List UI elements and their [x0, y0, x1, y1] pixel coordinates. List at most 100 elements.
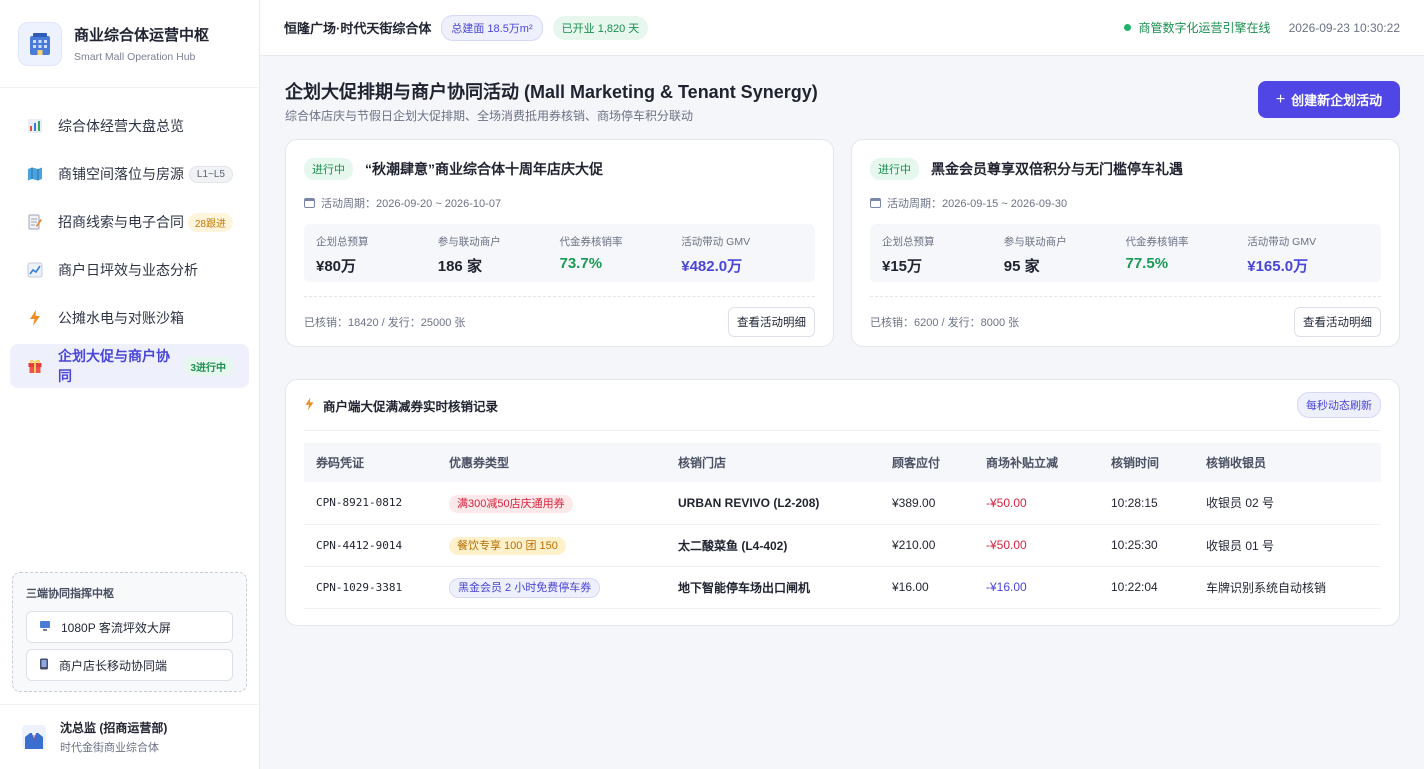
sidebar-item-dashboard[interactable]: 综合体经营大盘总览: [10, 104, 249, 148]
table-row: CPN-1029-3381 黑金会员 2 小时免费停车券 地下智能停车场出口闸机…: [304, 566, 1381, 609]
stat-tenants: 参与联动商户 186 家: [437, 234, 560, 275]
live-refresh-badge: 每秒动态刷新: [1297, 392, 1381, 418]
coupon-issued-count: 已核销：6200 / 发行：8000 张: [870, 317, 1020, 329]
cashier: 收银员 02 号: [1194, 482, 1381, 525]
online-status-icon: [1123, 24, 1131, 31]
customer-payment: ¥16.00: [880, 566, 974, 609]
sidebar-item-utilities[interactable]: 公摊水电与对账沙箱: [10, 296, 249, 340]
stat-value: ¥482.0万: [681, 258, 743, 275]
open-bigscreen-label: 1080P 客流坪效大屏: [61, 620, 171, 635]
create-campaign-button[interactable]: + 创建新企划活动: [1258, 81, 1400, 118]
calendar-icon: [870, 198, 881, 208]
coupon-type-tag: 餐饮专享 100 团 150: [449, 537, 566, 555]
column-header: 券码凭证: [304, 443, 437, 482]
sidebar-item-label: 企划大促与商户协同: [58, 348, 170, 384]
sidebar: 商业综合体运营中枢 Smart Mall Operation Hub 综合体经营…: [0, 0, 260, 769]
redeem-time: 10:28:15: [1099, 482, 1194, 525]
column-header: 核销门店: [666, 443, 880, 482]
mall-logo-icon: [18, 21, 62, 66]
sidebar-nav: 综合体经营大盘总览 商铺空间落位与房源 L1~L5 招商线索与电子合同 28跟进…: [0, 88, 259, 388]
stat-label: 参与联动商户: [1003, 236, 1067, 248]
system-status: 商管数字化运营引擎在线 2026-09-23 10:30:22: [1123, 19, 1400, 36]
sidebar-item-label: 公摊水电与对账沙箱: [58, 310, 184, 326]
redemption-table: 券码凭证 优惠券类型 核销门店 顾客应付 商场补贴立减 核销时间 核销收银员 C…: [304, 443, 1381, 609]
redeem-time: 10:25:30: [1099, 524, 1194, 567]
view-campaign-detail-button[interactable]: 查看活动明细: [1294, 307, 1381, 337]
campaign-title: “秋潮肆意”商业综合体十周年店庆大促: [365, 161, 603, 177]
stat-value: ¥15万: [882, 258, 923, 275]
table-row: CPN-4412-9014 餐饮专享 100 团 150 太二酸菜鱼 (L4-4…: [304, 524, 1381, 567]
online-status-text: 商管数字化运营引擎在线: [1138, 21, 1271, 35]
page-title: 企划大促排期与商户协同活动 (Mall Marketing & Tenant S…: [285, 82, 818, 102]
brand: 商业综合体运营中枢 Smart Mall Operation Hub: [0, 0, 259, 88]
store-name: 地下智能停车场出口闸机: [666, 566, 880, 609]
map-icon: [26, 165, 44, 183]
coupon-type-tag: 黑金会员 2 小时免费停车券: [449, 578, 601, 598]
stat-budget: 企划总预算 ¥15万: [882, 234, 1004, 275]
brand-title: 商业综合体运营中枢: [74, 27, 210, 44]
store-name: 太二酸菜鱼 (L4-402): [666, 524, 880, 567]
followup-count-badge: 28跟进: [187, 212, 233, 232]
mall-subsidy: -¥16.00: [974, 566, 1099, 609]
sync-hub-title: 三端协同指挥中枢: [26, 588, 114, 600]
stat-label: 活动带动 GMV: [681, 236, 751, 248]
campaign-period: 活动周期：2026-09-15 ~ 2026-09-30: [887, 198, 1068, 210]
trend-icon: [26, 261, 44, 279]
stat-label: 活动带动 GMV: [1247, 236, 1317, 248]
mall-name: 恒隆广场·时代天街综合体: [284, 21, 432, 36]
contract-icon: [26, 213, 44, 231]
open-mobile-button[interactable]: 商户店长移动协同端: [26, 649, 233, 681]
mall-subsidy: -¥50.00: [974, 524, 1099, 567]
topbar: 恒隆广场·时代天街综合体 总建面 18.5万m² 已开业 1,820 天 商管数…: [260, 0, 1424, 56]
lightning-icon: [26, 309, 44, 327]
monitor-icon: [39, 620, 51, 635]
campaign-card: 进行中 黑金会员尊享双倍积分与无门槛停车礼遇 活动周期：2026-09-15 ~…: [851, 139, 1400, 347]
sidebar-item-label: 综合体经营大盘总览: [58, 118, 184, 134]
stat-redemption-rate: 代金券核销率 73.7%: [560, 234, 682, 272]
sidebar-item-leasing[interactable]: 招商线索与电子合同 28跟进: [10, 200, 249, 244]
table-header-row: 券码凭证 优惠券类型 核销门店 顾客应付 商场补贴立减 核销时间 核销收银员: [304, 443, 1381, 482]
coupon-type-tag: 满300减50店庆通用券: [449, 494, 573, 513]
stat-label: 代金券核销率: [1125, 236, 1189, 248]
coupon-code: CPN-4412-9014: [304, 524, 437, 567]
stat-tenants: 参与联动商户 95 家: [1003, 234, 1126, 275]
open-bigscreen-button[interactable]: 1080P 客流坪效大屏: [26, 611, 233, 643]
column-header: 顾客应付: [880, 443, 974, 482]
records-title: 商户端大促满减券实时核销记录: [323, 399, 499, 414]
area-badge: 总建面 18.5万m²: [441, 14, 543, 41]
page-subtitle: 综合体店庆与节假日企划大促排期、全场消费抵用券核销、商场停车积分联动: [285, 109, 694, 123]
user-profile[interactable]: 沈总监 (招商运营部) 时代金街商业综合体: [0, 704, 259, 769]
view-campaign-detail-button[interactable]: 查看活动明细: [728, 307, 815, 337]
stat-value: ¥80万: [316, 258, 357, 275]
stat-value: 95 家: [1003, 258, 1040, 275]
sync-hub: 三端协同指挥中枢 1080P 客流坪效大屏 商户店长移动协同端: [12, 572, 247, 692]
campaign-card: 进行中 “秋潮肆意”商业综合体十周年店庆大促 活动周期：2026-09-20 ~…: [285, 139, 834, 347]
stat-label: 代金券核销率: [559, 236, 623, 248]
sidebar-item-label: 商铺空间落位与房源: [58, 166, 184, 182]
coupon-code: CPN-1029-3381: [304, 566, 437, 609]
status-badge: 进行中: [870, 158, 919, 180]
stat-value: 186 家: [437, 258, 482, 275]
campaign-title: 黑金会员尊享双倍积分与无门槛停车礼遇: [931, 161, 1183, 177]
stat-label: 参与联动商户: [437, 236, 501, 248]
stat-gmv: 活动带动 GMV ¥165.0万: [1247, 234, 1369, 275]
sidebar-item-space[interactable]: 商铺空间落位与房源 L1~L5: [10, 152, 249, 196]
coupon-issued-count: 已核销：18420 / 发行：25000 张: [304, 317, 466, 329]
stat-redemption-rate: 代金券核销率 77.5%: [1126, 234, 1248, 272]
cashier: 收银员 01 号: [1194, 524, 1381, 567]
floor-range-badge: L1~L5: [188, 165, 233, 183]
mall-subsidy: -¥50.00: [974, 482, 1099, 525]
sidebar-item-efficiency[interactable]: 商户日坪效与业态分析: [10, 248, 249, 292]
campaign-stats: 企划总预算 ¥15万 参与联动商户 95 家 代金券核销率 77.5% 活动带动…: [870, 224, 1381, 282]
redemption-records-panel: 商户端大促满减券实时核销记录 每秒动态刷新 券码凭证 优惠券类型 核销门店 顾客…: [285, 379, 1400, 626]
stat-budget: 企划总预算 ¥80万: [316, 234, 438, 275]
sidebar-item-label: 招商线索与电子合同: [58, 214, 184, 230]
table-row: CPN-8921-0812 满300减50店庆通用券 URBAN REVIVO …: [304, 482, 1381, 525]
brand-subtitle: Smart Mall Operation Hub: [74, 51, 196, 63]
campaign-stats: 企划总预算 ¥80万 参与联动商户 186 家 代金券核销率 73.7% 活动带…: [304, 224, 815, 282]
bar-chart-icon: [26, 117, 44, 135]
column-header: 优惠券类型: [437, 443, 666, 482]
customer-payment: ¥389.00: [880, 482, 974, 525]
sidebar-item-marketing[interactable]: 企划大促与商户协同 3进行中: [10, 344, 249, 388]
column-header: 核销收银员: [1194, 443, 1381, 482]
